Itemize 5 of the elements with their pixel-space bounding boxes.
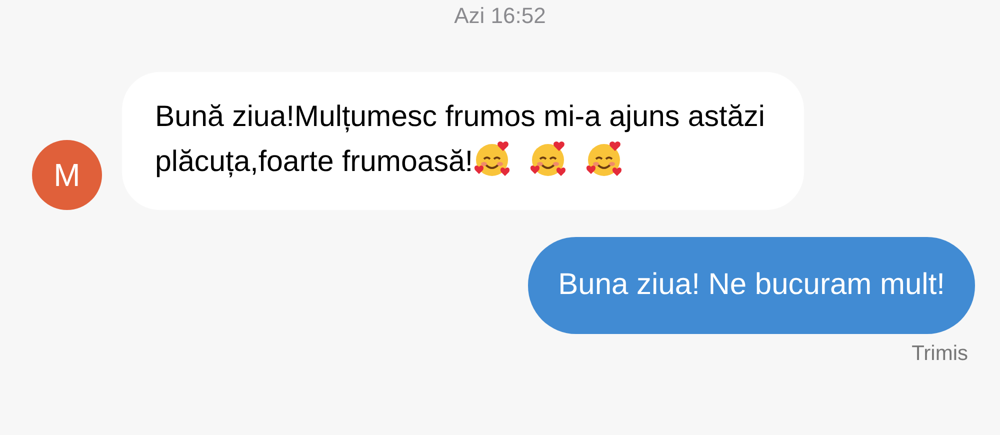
delivery-status: Trimis	[912, 342, 968, 366]
timestamp: Azi 16:52	[454, 3, 546, 29]
incoming-message: Bună ziua!Mulțumesc frumos mi-a ajuns astăzi plăcuța,foarte frumoasă!	[122, 72, 804, 210]
outgoing-message: Buna ziua! Ne bucuram mult!	[528, 237, 975, 334]
avatar: M	[32, 140, 102, 210]
